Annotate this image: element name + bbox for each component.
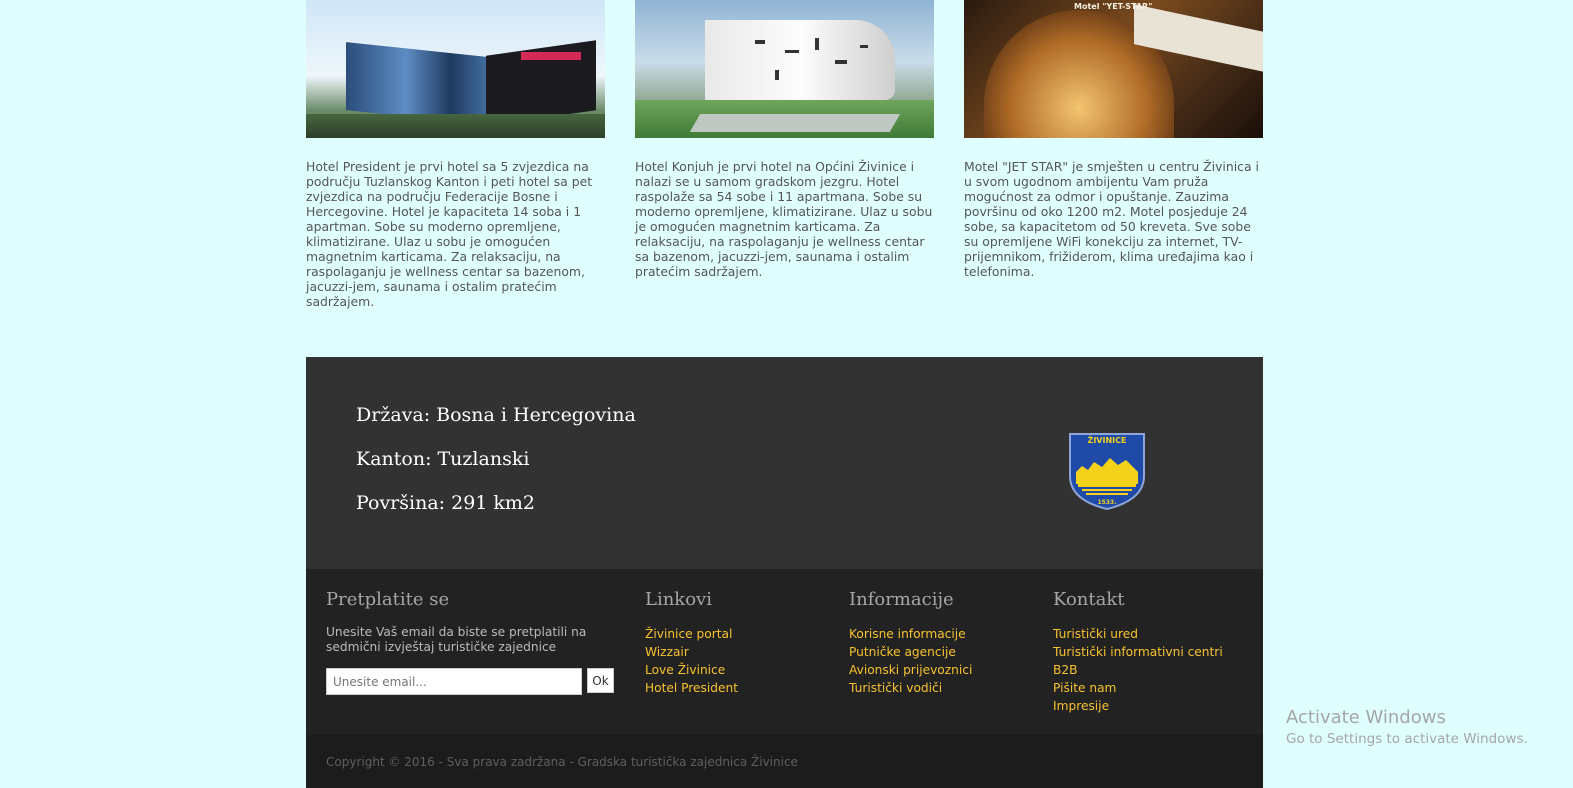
crest-title: ŽIVINICE — [1088, 434, 1127, 445]
subscribe-ok-button[interactable]: Ok — [587, 668, 614, 693]
links-heading: Linkovi — [645, 589, 712, 610]
footer-link[interactable]: Avionski prijevoznici — [849, 661, 972, 679]
footer-link[interactable]: Wizzair — [645, 643, 738, 661]
subscribe-column: Pretplatite se Unesite Vaš email da bist… — [326, 589, 626, 655]
footer-link[interactable]: Korisne informacije — [849, 625, 972, 643]
motel-jetstar-image[interactable]: Motel "YET-STAR" — [964, 0, 1263, 138]
activate-subtitle: Go to Settings to activate Windows. — [1286, 731, 1528, 747]
page-content: Hotel President je prvi hotel sa 5 zvjez… — [306, 0, 1263, 788]
footer-link[interactable]: Živinice portal — [645, 625, 738, 643]
copyright-bar: Copyright © 2016 - Sva prava zadržana - … — [306, 735, 1263, 788]
canton-info: Kanton: Tuzlanski — [356, 448, 530, 470]
subscribe-heading: Pretplatite se — [326, 589, 450, 610]
copyright-text: Copyright © 2016 - Sva prava zadržana - … — [326, 755, 798, 769]
subscribe-description: Unesite Vaš email da biste se pretplatil… — [326, 625, 587, 654]
footer-link[interactable]: Putničke agencije — [849, 643, 972, 661]
information-heading: Informacije — [849, 589, 954, 610]
hotel-card-president: Hotel President je prvi hotel sa 5 zvjez… — [306, 0, 605, 309]
subscribe-form: Ok — [326, 668, 614, 696]
email-input[interactable] — [326, 668, 582, 695]
hotels-section: Hotel President je prvi hotel sa 5 zvjez… — [306, 0, 1263, 357]
contact-heading: Kontakt — [1053, 589, 1125, 610]
hotel-president-description: Hotel President je prvi hotel sa 5 zvjez… — [306, 159, 593, 309]
area-info: Površina: 291 km2 — [356, 492, 536, 514]
zivinice-crest-icon: ŽIVINICE 1533. — [1069, 433, 1145, 510]
hotel-president-image[interactable] — [306, 0, 605, 138]
footer-link[interactable]: Love Živinice — [645, 661, 738, 679]
footer-link[interactable]: Turistički informativni centri — [1053, 643, 1223, 661]
country-info: Država: Bosna i Hercegovina — [356, 404, 636, 426]
footer-link[interactable]: B2B — [1053, 661, 1223, 679]
footer-link[interactable]: Turistički ured — [1053, 625, 1223, 643]
footer-link[interactable]: Turistički vodiči — [849, 679, 972, 697]
links-column: Linkovi Živinice portal Wizzair Love Živ… — [645, 589, 738, 697]
hotel-konjuh-image[interactable] — [635, 0, 934, 138]
contact-column: Kontakt Turistički ured Turistički infor… — [1053, 589, 1223, 715]
hotel-konjuh-description: Hotel Konjuh je prvi hotel na Općini Živ… — [635, 159, 933, 279]
motel-sign-text: Motel "YET-STAR" — [1074, 2, 1153, 11]
site-footer: Pretplatite se Unesite Vaš email da bist… — [306, 569, 1263, 735]
footer-link[interactable]: Impresije — [1053, 697, 1223, 715]
activate-title: Activate Windows — [1286, 707, 1446, 728]
windows-activation-watermark: Activate Windows Go to Settings to activ… — [1286, 707, 1528, 747]
crest-year: 1533. — [1098, 499, 1117, 506]
footer-link[interactable]: Hotel President — [645, 679, 738, 697]
footer-link[interactable]: Pišite nam — [1053, 679, 1223, 697]
hotel-card-jetstar: Motel "YET-STAR" Motel "JET STAR" je smj… — [964, 0, 1263, 279]
hotel-card-konjuh: Hotel Konjuh je prvi hotel na Općini Živ… — [635, 0, 934, 279]
information-column: Informacije Korisne informacije Putničke… — [849, 589, 972, 697]
motel-jetstar-description: Motel "JET STAR" je smješten u centru Ži… — [964, 159, 1259, 279]
municipality-info-panel: Država: Bosna i Hercegovina Kanton: Tuzl… — [306, 357, 1263, 569]
